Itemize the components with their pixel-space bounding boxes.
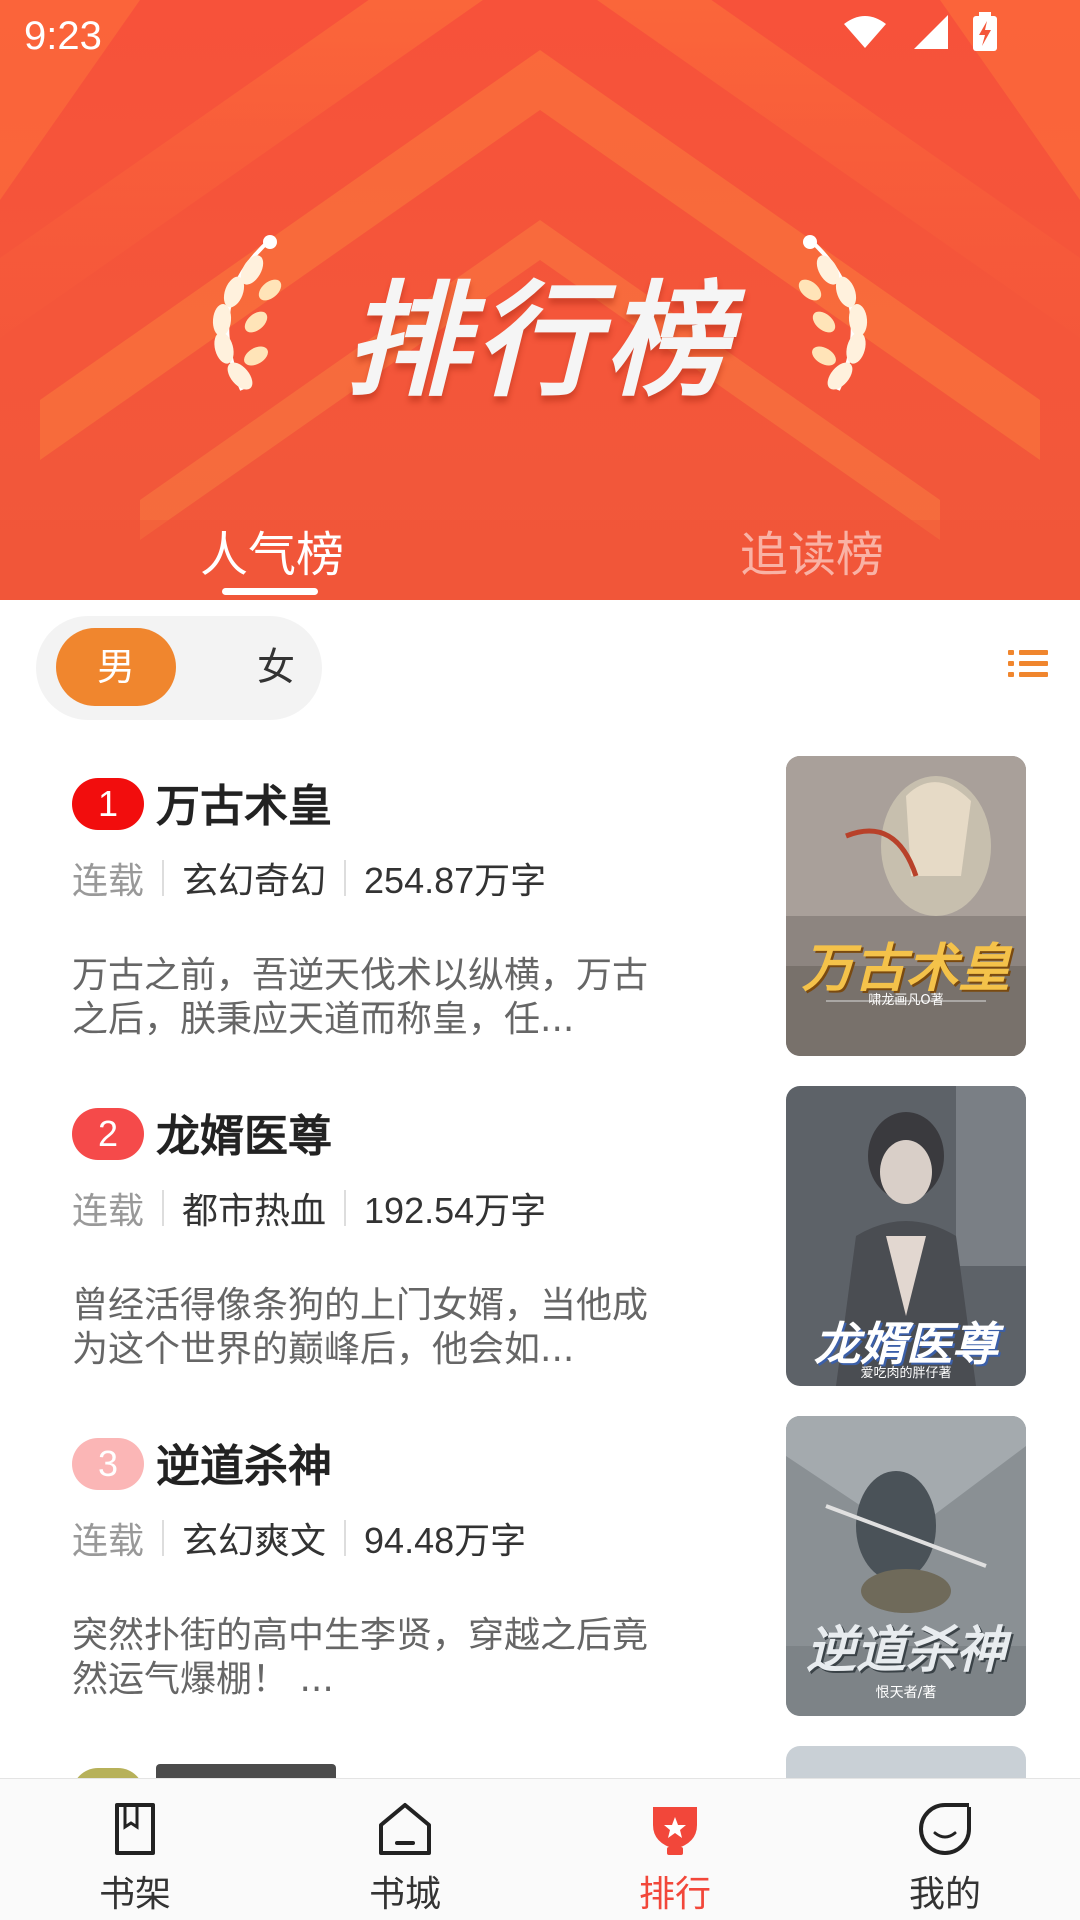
nav-ranking[interactable]: 排行	[540, 1779, 810, 1920]
battery-charging-icon	[973, 12, 997, 51]
profile-icon	[919, 1803, 971, 1855]
book-genre: 都市热血	[182, 1191, 327, 1232]
status-icons	[842, 12, 998, 52]
book-status: 连载	[72, 861, 145, 902]
cover-author: 啸龙画凡O著	[868, 993, 944, 1008]
meta-divider	[344, 1520, 347, 1556]
book-item[interactable]: 1 万古术皇 连载 玄幻奇幻 254.87万字 万古之前，吾逆天伐术以纵横，万古…	[0, 756, 1080, 1056]
book-cover[interactable]: 龙婿医尊 爱吃肉的胖仔著	[786, 1086, 1026, 1386]
rank-badge: 1	[72, 778, 144, 830]
nav-bookshelf[interactable]: 书架	[0, 1779, 270, 1920]
list-view-icon[interactable]	[1008, 650, 1048, 678]
book-title: 龙婿医尊	[156, 1111, 332, 1162]
screen: 9:23 排行榜 人气榜 追读榜 男 女 1 万古术皇 连载 玄幻奇幻 254.…	[0, 0, 1080, 1920]
ranking-banner: 9:23 排行榜 人气榜 追读榜	[0, 0, 1080, 600]
book-meta: 连载 都市热血 192.54万字	[72, 1182, 546, 1234]
book-meta: 连载 玄幻爽文 94.48万字	[72, 1512, 526, 1564]
meta-divider	[162, 860, 165, 896]
cover-author: 爱吃肉的胖仔著	[860, 1366, 952, 1381]
book-title	[156, 1764, 336, 1778]
book-item[interactable]: 2 龙婿医尊 连载 都市热血 192.54万字 曾经活得像条狗的上门女婿，当他成…	[0, 1086, 1080, 1386]
rank-badge: 2	[72, 1108, 144, 1160]
cover-title: 逆道杀神	[806, 1621, 1006, 1679]
book-genre: 玄幻奇幻	[182, 861, 327, 902]
book-title: 万古术皇	[156, 781, 332, 832]
book-title: 逆道杀神	[156, 1441, 332, 1492]
meta-divider	[162, 1190, 165, 1226]
status-time: 9:23	[24, 14, 102, 58]
book-meta: 连载 玄幻奇幻 254.87万字	[72, 852, 546, 904]
book-word-count: 254.87万字	[364, 860, 547, 901]
book-cover	[786, 1746, 1026, 1778]
meta-divider	[344, 860, 347, 896]
nav-label: 书城	[368, 1874, 441, 1915]
book-status: 连载	[72, 1521, 145, 1562]
meta-divider	[344, 1190, 347, 1226]
gender-male-option[interactable]: 男	[56, 628, 176, 706]
banner-title: 排行榜	[344, 270, 735, 414]
nav-profile[interactable]: 我的	[810, 1779, 1080, 1920]
tab-popularity[interactable]: 人气榜	[200, 515, 344, 585]
cover-art	[786, 756, 1026, 1056]
signal-icon	[914, 15, 948, 49]
book-cover[interactable]: 逆道杀神 恨天者/著	[786, 1416, 1026, 1716]
nav-bookstore[interactable]: 书城	[270, 1779, 540, 1920]
rank-badge: 3	[72, 1438, 144, 1490]
rank-badge	[72, 1768, 144, 1778]
cover-author: 恨天者/著	[875, 1685, 937, 1701]
wifi-icon	[844, 16, 886, 48]
book-cover[interactable]: 万古术皇 啸龙画凡O著	[786, 756, 1026, 1056]
book-description: 突然扑街的高中生李贤，穿越之后竟然运气爆棚！ ...	[72, 1615, 649, 1700]
book-genre: 玄幻爽文	[182, 1521, 327, 1562]
book-item[interactable]: 3 逆道杀神 连载 玄幻爽文 94.48万字 突然扑街的高中生李贤，穿越之后竟然…	[0, 1416, 1080, 1716]
nav-label: 我的	[908, 1874, 981, 1915]
book-description: 曾经活得像条狗的上门女婿，当他成为这个世界的巅峰后，他会如...	[72, 1285, 649, 1370]
gender-toggle: 男 女	[36, 616, 322, 720]
book-status: 连载	[72, 1191, 145, 1232]
book-word-count: 94.48万字	[364, 1520, 527, 1561]
tab-indicator	[222, 588, 318, 595]
gender-female-option[interactable]: 女	[216, 628, 336, 706]
bookshelf-icon	[115, 1803, 155, 1855]
bottom-nav: 书架 书城 排行 我的	[0, 1778, 1080, 1920]
nav-label: 排行	[638, 1874, 711, 1915]
book-description: 万古之前，吾逆天伐术以纵横，万古之后，朕秉应天道而称皇，任...	[72, 955, 649, 1040]
tab-follow-reading[interactable]: 追读榜	[740, 515, 884, 585]
store-icon	[379, 1803, 431, 1855]
book-word-count: 192.54万字	[364, 1190, 547, 1231]
trophy-icon	[653, 1807, 697, 1855]
meta-divider	[162, 1520, 165, 1556]
nav-label: 书架	[98, 1874, 171, 1915]
book-item-partial[interactable]	[0, 1746, 1080, 1778]
